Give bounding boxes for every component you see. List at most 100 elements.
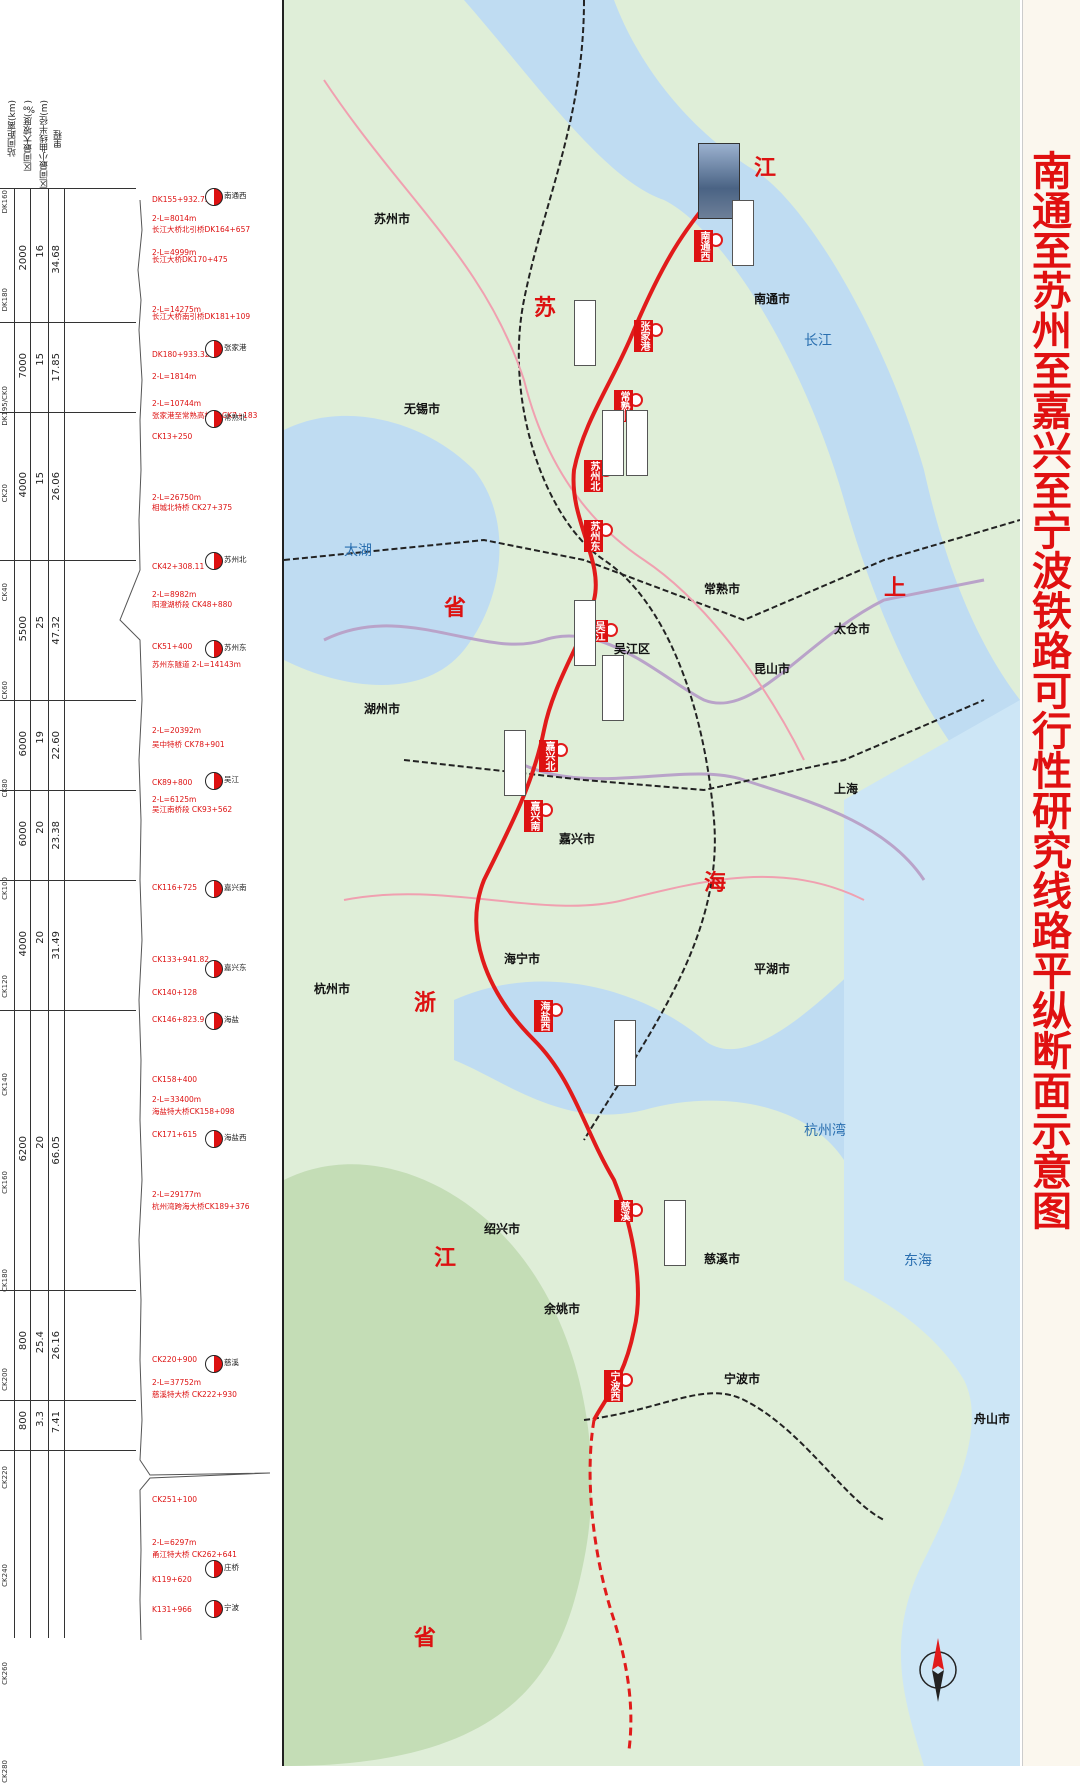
city-label: 舟山市 (974, 1412, 1011, 1426)
profile-station-name: 吴江 (224, 775, 239, 784)
profile-note: 阳澄湖桥段 CK48+880 (152, 600, 233, 609)
profile-note: CK146+823.9 (152, 1015, 205, 1024)
profile-note: CK220+900 (152, 1355, 198, 1364)
profile-station-marker (205, 772, 223, 790)
map-svg (284, 0, 1020, 1766)
city-label: 余姚市 (544, 1302, 581, 1316)
province-label: 海 (704, 871, 727, 896)
city-label: 湖州市 (364, 702, 401, 716)
profile-station-marker (205, 410, 223, 428)
profile-note: CK42+308.11 (152, 562, 205, 571)
profile-station-marker (205, 1600, 223, 1618)
city-label: 海宁市 (504, 952, 541, 966)
map-station-label: 南通西 (694, 230, 713, 262)
profile-note: 2-L=8982m (152, 590, 197, 599)
profile-station-name: 海盐 (224, 1015, 239, 1024)
city-label: 上海 (834, 782, 859, 796)
profile-station-name: 庄桥 (224, 1563, 239, 1572)
water-feature-label: 长江 (804, 333, 832, 349)
profile-note: 2-L=37752m (152, 1378, 202, 1387)
map-station-label: 张家港 (634, 320, 653, 352)
water-feature-label: 东海 (904, 1253, 932, 1269)
province-label: 省 (444, 596, 467, 621)
profile-station-name: 海盐西 (224, 1133, 247, 1142)
city-label: 南通市 (754, 292, 791, 306)
city-label: 杭州市 (314, 982, 351, 996)
water-feature-label: 太湖 (344, 543, 372, 559)
profile-note: 2-L=10744m (152, 399, 202, 408)
highway-2 (343, 875, 865, 907)
profile-note: 吴中特桥 CK78+901 (152, 740, 225, 749)
profile-station-name: 南通西 (224, 191, 247, 200)
profile-station-name: 嘉兴南 (224, 883, 247, 892)
province-label: 江 (434, 1246, 457, 1271)
profile-note: 2-L=8014m (152, 214, 197, 223)
profile-station-marker (205, 552, 223, 570)
profile-note: 苏州东隧道 2-L=14143m (152, 660, 241, 669)
map-station-label: 宁波西 (604, 1370, 623, 1402)
profile-station-name: 慈溪 (224, 1358, 239, 1367)
profile-note: 2-L=6297m (152, 1538, 197, 1547)
profile-note: 长江大桥北引桥DK164+657 (152, 225, 251, 234)
profile-station-marker (205, 1355, 223, 1373)
profile-note: CK89+800 (152, 778, 193, 787)
profile-note: CK140+128 (152, 988, 198, 997)
city-label: 平湖市 (754, 962, 791, 976)
city-label: 昆山市 (754, 662, 791, 676)
profile-note: CK51+400 (152, 642, 193, 651)
profile-note: CK158+400 (152, 1075, 198, 1084)
longitudinal-profile: 站间距离(km) 区间最大坡度(‰) 区间最小曲线半径(m) 里程 DK160 D… (0, 0, 284, 1783)
province-label: 省 (414, 1626, 437, 1651)
profile-note: 2-L=6125m (152, 795, 197, 804)
profile-note: 2-L=1814m (152, 372, 197, 381)
province-label: 上 (884, 576, 907, 601)
profile-note: K119+620 (152, 1575, 192, 1584)
profile-station-name: 苏州东 (224, 643, 247, 652)
bridge-info-box (602, 655, 624, 721)
profile-note: CK133+941.82 (152, 955, 209, 964)
bridge-info-box (664, 1200, 686, 1266)
profile-station-marker (205, 640, 223, 658)
route-map: 江苏省上海浙江省苏州市 无锡市 南通市 上海 嘉兴市 宁波市 湖州市 杭州市 绍兴市 舟山市 太仓市… (284, 0, 1020, 1766)
profile-note: 2-L=20392m (152, 726, 202, 735)
profile-note: 海盐特大桥CK158+098 (152, 1107, 235, 1116)
profile-station-name: 宁波 (224, 1603, 239, 1612)
profile-note: 长江大桥DK170+475 (152, 255, 228, 264)
map-station-label: 嘉兴南 (524, 800, 543, 832)
profile-station-marker (205, 1130, 223, 1148)
profile-note: DK180+933.32 (152, 350, 210, 359)
profile-station-marker (205, 880, 223, 898)
map-station-label: 苏州北 (584, 460, 603, 492)
map-title: 南通至苏州至嘉兴至宁波铁路可行性研究线路平纵断面示意图 (1025, 150, 1072, 1230)
water-feature-label: 杭州湾 (804, 1123, 846, 1139)
proposed-route-south (588, 1419, 633, 1751)
city-label: 苏州市 (374, 212, 411, 226)
profile-station-marker (205, 188, 223, 206)
profile-note: 吴江南桥段 CK93+562 (152, 805, 233, 814)
city-label: 常熟市 (704, 582, 741, 596)
bridge-info-box (504, 730, 526, 796)
profile-station-name: 常熟北 (224, 413, 247, 422)
profile-station-name: 张家港 (224, 343, 247, 352)
title-bar: 南通至苏州至嘉兴至宁波铁路可行性研究线路平纵断面示意图 (1022, 0, 1080, 1766)
profile-note: CK116+725 (152, 883, 198, 892)
profile-note: 2-L=33400m (152, 1095, 202, 1104)
profile-note: 长江大桥南引桥DK181+109 (152, 312, 251, 321)
profile-note: 杭州湾跨海大桥CK189+376 (152, 1202, 250, 1211)
province-label: 浙 (414, 991, 437, 1016)
profile-station-marker (205, 1560, 223, 1578)
profile-station-marker (205, 1012, 223, 1030)
map-station-label: 慈溪 (614, 1200, 633, 1222)
profile-note: K131+966 (152, 1605, 192, 1614)
city-label: 嘉兴市 (559, 832, 596, 846)
taihu-lake (284, 415, 500, 685)
map-station-label: 嘉兴北 (539, 740, 558, 772)
profile-station-marker (205, 340, 223, 358)
profile-note: 2-L=29177m (152, 1190, 202, 1199)
province-label: 苏 (534, 296, 557, 321)
profile-note: CK13+250 (152, 432, 193, 441)
bridge-info-box (614, 1020, 636, 1086)
profile-station-name: 嘉兴东 (224, 963, 247, 972)
city-label: 太仓市 (834, 622, 871, 636)
map-station-label: 苏州东 (584, 520, 603, 552)
